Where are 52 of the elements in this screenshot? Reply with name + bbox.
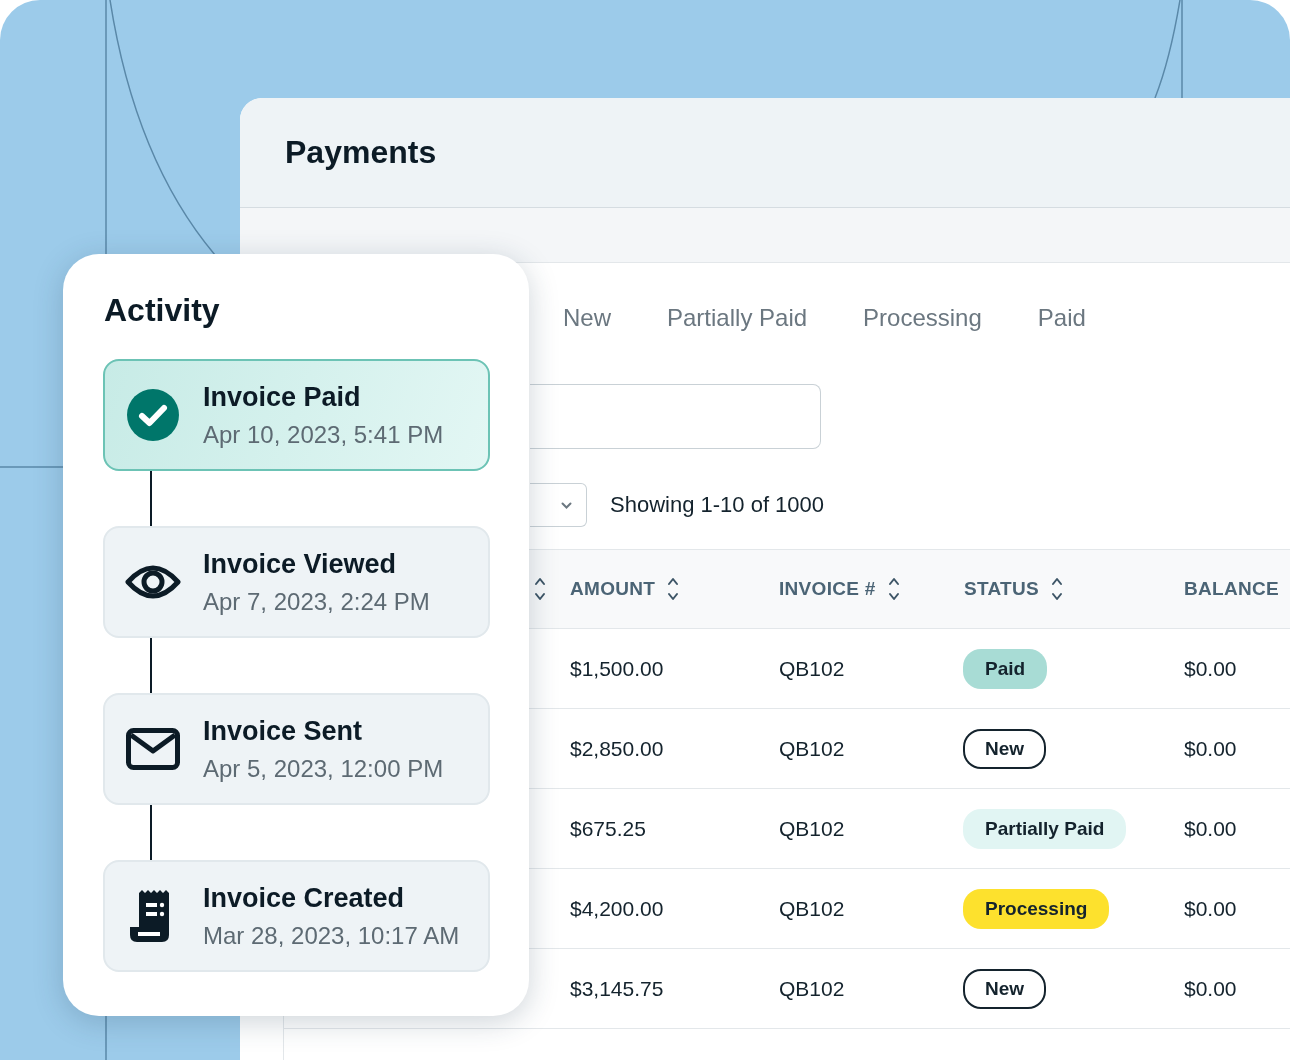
- sort-icon[interactable]: [667, 576, 680, 602]
- activity-item[interactable]: Invoice Sent Apr 5, 2023, 12:00 PM: [103, 693, 490, 805]
- status-badge: Processing: [963, 888, 1110, 929]
- activity-time: Apr 10, 2023, 5:41 PM: [203, 420, 444, 449]
- activity-title: Invoice Sent: [203, 715, 364, 747]
- panel-title: Activity: [104, 292, 221, 329]
- search-field[interactable]: [530, 384, 821, 449]
- amount-text: $4,200.00: [570, 896, 664, 920]
- column-header: INVOICE #: [779, 578, 876, 600]
- column-header: STATUS: [964, 578, 1039, 600]
- check-circle-icon: [127, 389, 179, 441]
- sort-icon[interactable]: [887, 576, 900, 602]
- filter-tab[interactable]: Partially Paid: [667, 304, 808, 334]
- activity-title: Invoice Paid: [203, 381, 362, 413]
- pagination-summary: Showing 1-10 of 1000: [610, 492, 825, 518]
- column-header: AMOUNT: [570, 578, 656, 600]
- amount-text: $3,145.75: [570, 976, 664, 1000]
- balance-text: $0.00: [1184, 896, 1237, 920]
- invoice-number-text: QB102: [779, 976, 845, 1000]
- status-badge: New: [963, 728, 1047, 769]
- status-badge: Partially Paid: [963, 808, 1127, 849]
- balance-text: $0.00: [1184, 656, 1237, 680]
- filter-tab[interactable]: Paid: [1037, 304, 1086, 334]
- status-badge: Paid: [963, 648, 1048, 689]
- balance-text: $0.00: [1184, 736, 1237, 760]
- amount-text: $675.25: [570, 816, 646, 840]
- sort-icon[interactable]: [1051, 576, 1063, 602]
- invoice-number-text: QB102: [779, 816, 845, 840]
- page-title: Payments: [285, 134, 437, 171]
- activity-item[interactable]: Invoice Paid Apr 10, 2023, 5:41 PM: [103, 359, 490, 471]
- caret-icon: [561, 501, 572, 509]
- column-header: BALANCE: [1184, 578, 1279, 600]
- sort-icon[interactable]: [534, 576, 546, 602]
- activity-time: Mar 28, 2023, 10:17 AM: [203, 921, 460, 950]
- envelope-icon: [126, 728, 180, 770]
- filter-tab[interactable]: Processing: [863, 304, 982, 334]
- activity-time: Apr 7, 2023, 2:24 PM: [203, 587, 430, 616]
- activity-title: Invoice Created: [203, 882, 406, 914]
- amount-text: $2,850.00: [570, 736, 664, 760]
- invoice-number-text: QB102: [779, 896, 845, 920]
- activity-item[interactable]: Invoice Created Mar 28, 2023, 10:17 AM: [103, 860, 490, 972]
- invoice-number-text: QB102: [779, 656, 845, 680]
- balance-text: $0.00: [1184, 976, 1237, 1000]
- invoice-number-text: QB102: [779, 736, 845, 760]
- activity-item[interactable]: Invoice Viewed Apr 7, 2023, 2:24 PM: [103, 526, 490, 638]
- activity-time: Apr 5, 2023, 12:00 PM: [203, 754, 444, 783]
- activity-title: Invoice Viewed: [203, 548, 398, 580]
- eye-icon: [125, 563, 181, 601]
- filter-tab[interactable]: New: [563, 304, 611, 334]
- amount-text: $1,500.00: [570, 656, 664, 680]
- status-badge: New: [963, 968, 1047, 1009]
- balance-text: $0.00: [1184, 816, 1237, 840]
